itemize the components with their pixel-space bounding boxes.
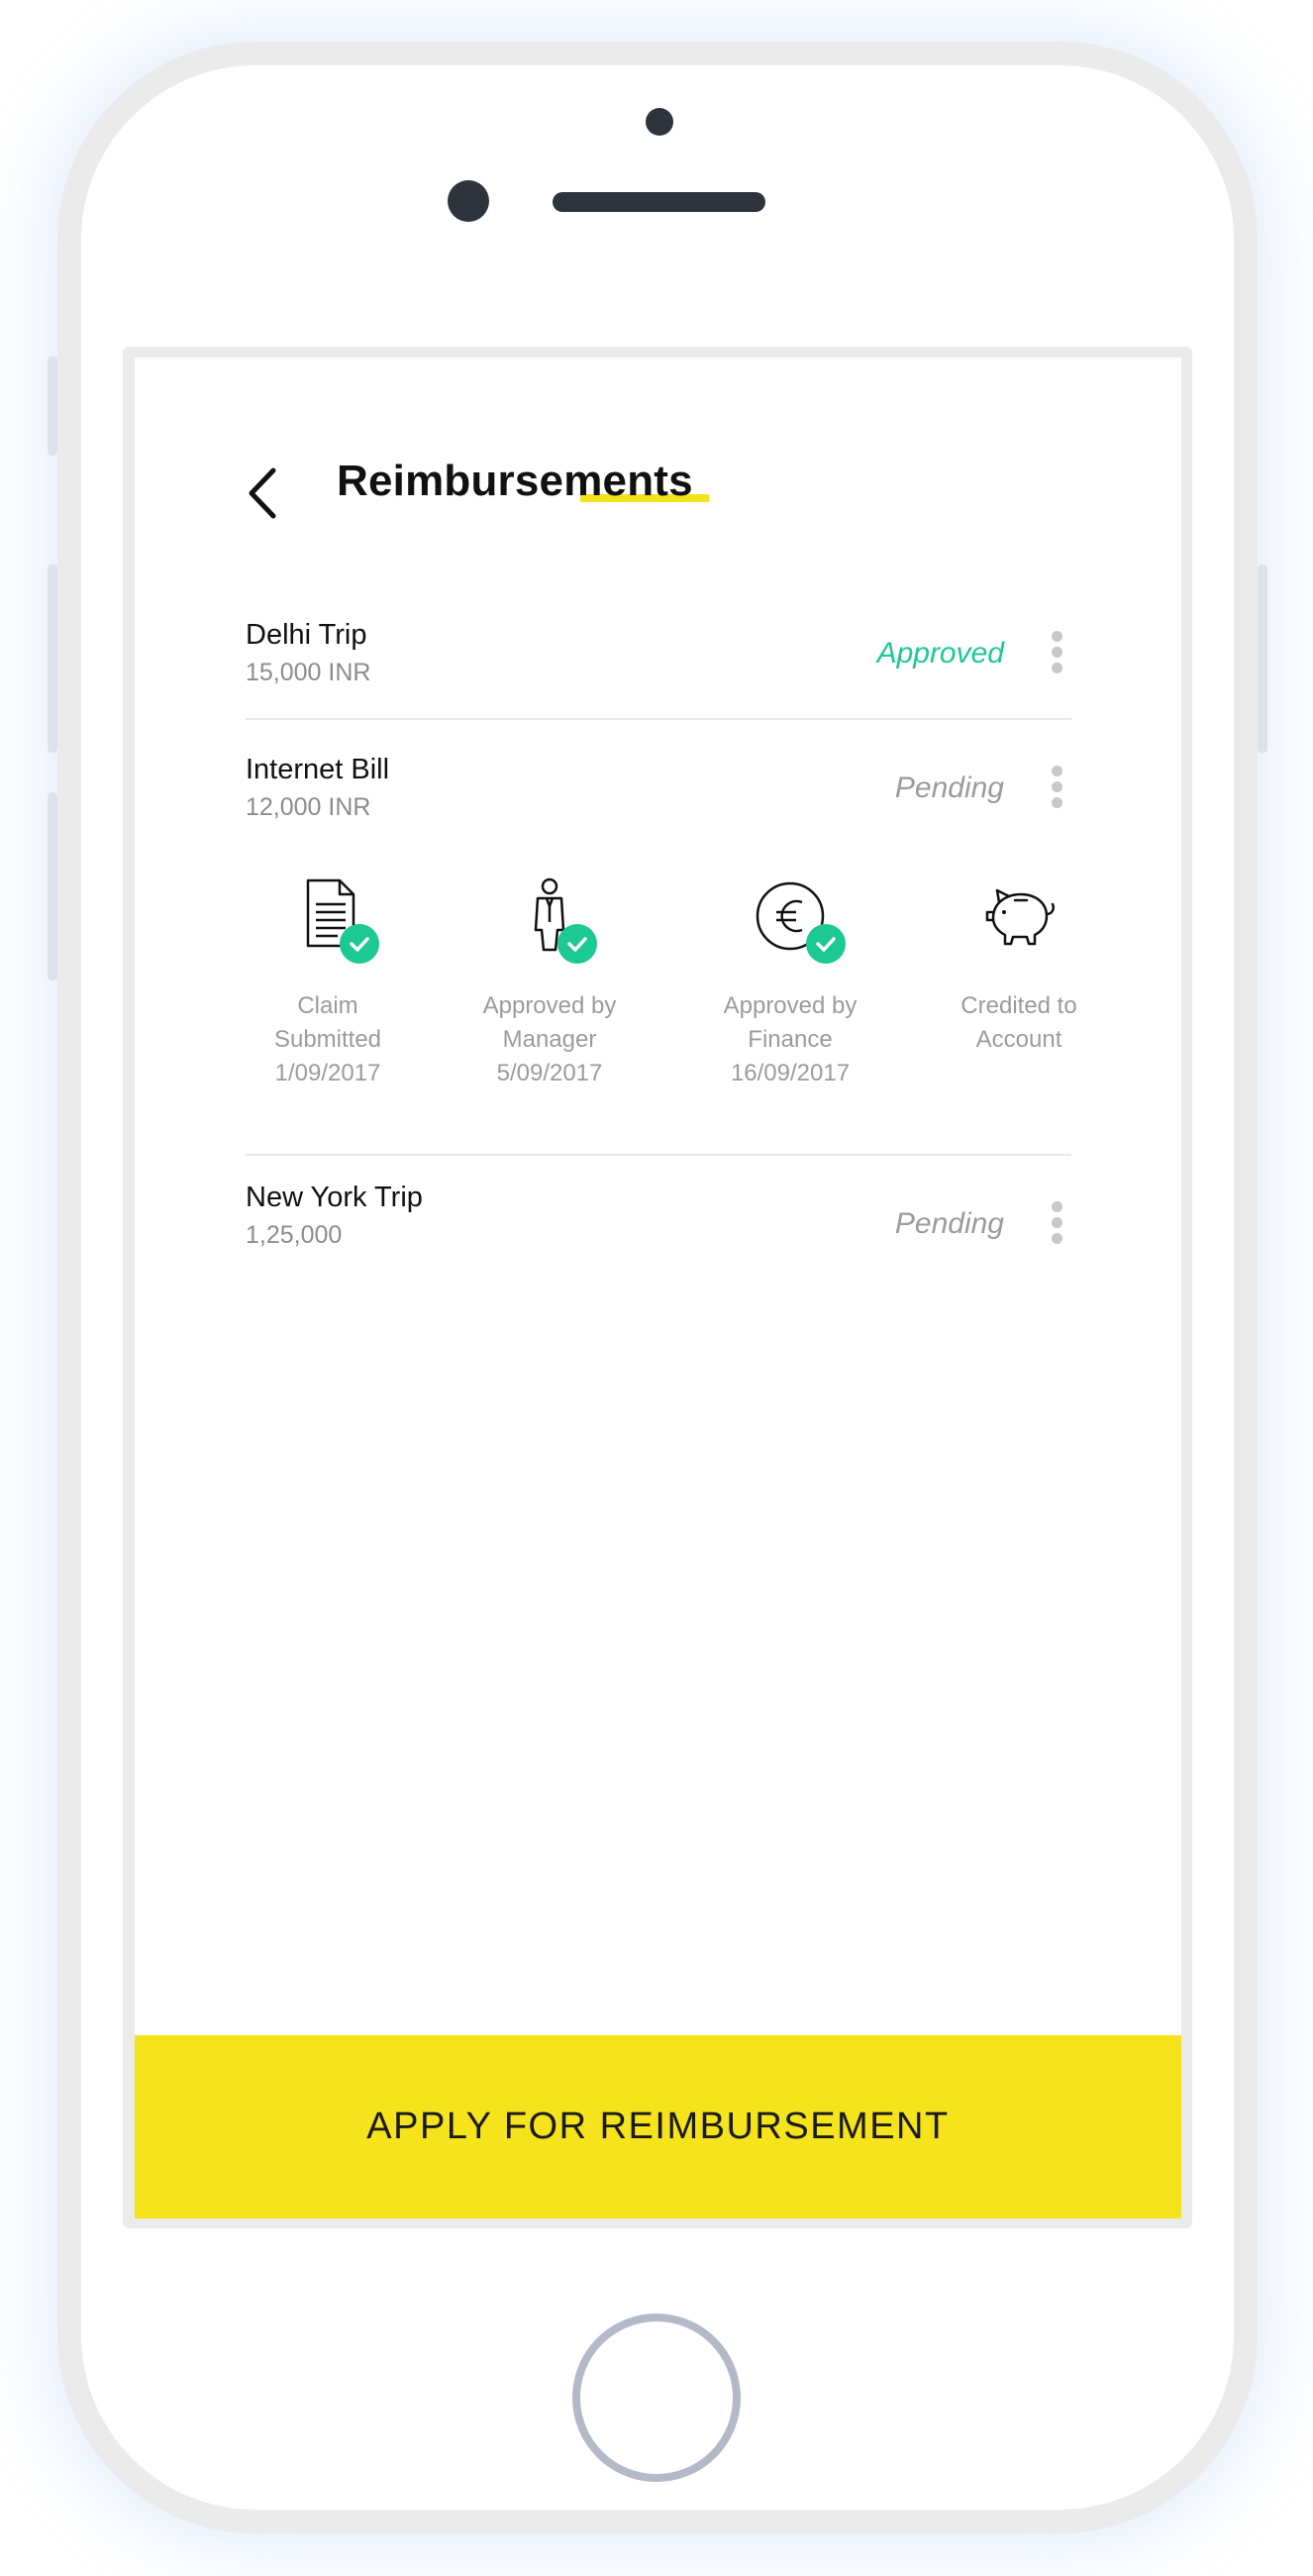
step-icon-wrapper (490, 873, 609, 972)
chevron-left-icon (249, 467, 276, 519)
divider (246, 718, 1071, 720)
checkmark-icon (567, 937, 587, 952)
step-label-line: Approved by (723, 992, 858, 1019)
check-badge-icon (806, 924, 846, 964)
checkmark-icon (816, 937, 836, 952)
phone-volume-up-button (48, 565, 57, 753)
check-badge-icon (557, 924, 597, 964)
step-label-line: Credited to (960, 992, 1077, 1019)
timeline-step-claim-submitted: Claim Submitted 1/09/2017 (214, 873, 442, 1090)
reimbursement-name: Internet Bill (246, 754, 390, 785)
step-label-line: Claim (297, 992, 358, 1019)
timeline-step-approved-by-manager: Approved by Manager 5/09/2017 (436, 873, 663, 1090)
step-label: Claim Submitted 1/09/2017 (214, 989, 442, 1090)
kebab-dot-icon (1051, 766, 1062, 776)
step-label-line: Manager (502, 1026, 597, 1053)
reimbursement-amount: 1,25,000 (246, 1221, 343, 1249)
step-label-line: Finance (748, 1026, 833, 1053)
check-badge-icon (340, 924, 379, 964)
home-button[interactable] (572, 2314, 741, 2482)
step-date: 16/09/2017 (730, 1060, 851, 1086)
front-camera-icon (448, 180, 489, 222)
earpiece-speaker (553, 192, 765, 212)
reimbursement-row-delhi-trip[interactable]: Delhi Trip 15,000 INR Approved (246, 619, 1071, 728)
kebab-dot-icon (1051, 647, 1062, 658)
phone-mute-switch (48, 357, 57, 456)
reimbursement-amount: 12,000 INR (246, 793, 371, 821)
step-date: 1/09/2017 (274, 1060, 381, 1086)
more-options-button[interactable] (1042, 631, 1071, 680)
step-icon-wrapper (731, 873, 850, 972)
camera-icon (646, 108, 673, 136)
kebab-dot-icon (1051, 663, 1062, 673)
divider (246, 1154, 1071, 1156)
step-label-line: Approved by (482, 992, 617, 1019)
step-icon-wrapper (268, 873, 387, 972)
page-title: Reimbursements (337, 457, 693, 505)
step-label: Approved by Manager 5/09/2017 (436, 989, 663, 1090)
timeline-step-credited-to-account: Credited to Account (905, 873, 1133, 1057)
step-label-line: Submitted (273, 1026, 382, 1053)
phone-power-button (1258, 565, 1267, 753)
step-date: 5/09/2017 (496, 1060, 603, 1086)
piggy-bank-icon (985, 888, 1055, 946)
kebab-dot-icon (1051, 797, 1062, 808)
status-badge: Pending (894, 772, 1004, 804)
phone-volume-down-button (48, 792, 57, 980)
reimbursement-row-new-york-trip[interactable]: New York Trip 1,25,000 Pending (246, 1182, 1071, 1290)
status-badge: Pending (894, 1207, 1004, 1240)
reimbursement-amount: 15,000 INR (246, 659, 371, 686)
step-label: Approved by Finance 16/09/2017 (676, 989, 904, 1090)
app-screen: Reimbursements Delhi Trip 15,000 INR App… (135, 358, 1181, 2218)
more-options-button[interactable] (1042, 1201, 1071, 1251)
apply-for-reimbursement-button[interactable]: APPLY FOR REIMBURSEMENT (135, 2035, 1181, 2218)
kebab-dot-icon (1051, 631, 1062, 642)
kebab-dot-icon (1051, 1217, 1062, 1228)
step-label: Credited to Account (905, 989, 1133, 1057)
reimbursement-name: New York Trip (246, 1182, 423, 1213)
status-badge: Approved (876, 637, 1004, 670)
kebab-dot-icon (1051, 1233, 1062, 1244)
more-options-button[interactable] (1042, 766, 1071, 815)
kebab-dot-icon (1051, 1201, 1062, 1212)
timeline-step-approved-by-finance: Approved by Finance 16/09/2017 (676, 873, 904, 1090)
back-button[interactable] (240, 461, 289, 526)
step-label-line: Account (975, 1026, 1062, 1053)
checkmark-icon (350, 937, 369, 952)
reimbursement-name: Delhi Trip (246, 619, 367, 651)
kebab-dot-icon (1051, 781, 1062, 792)
reimbursement-row-internet-bill[interactable]: Internet Bill 12,000 INR Pending (246, 754, 1071, 863)
step-icon-wrapper (960, 873, 1078, 972)
